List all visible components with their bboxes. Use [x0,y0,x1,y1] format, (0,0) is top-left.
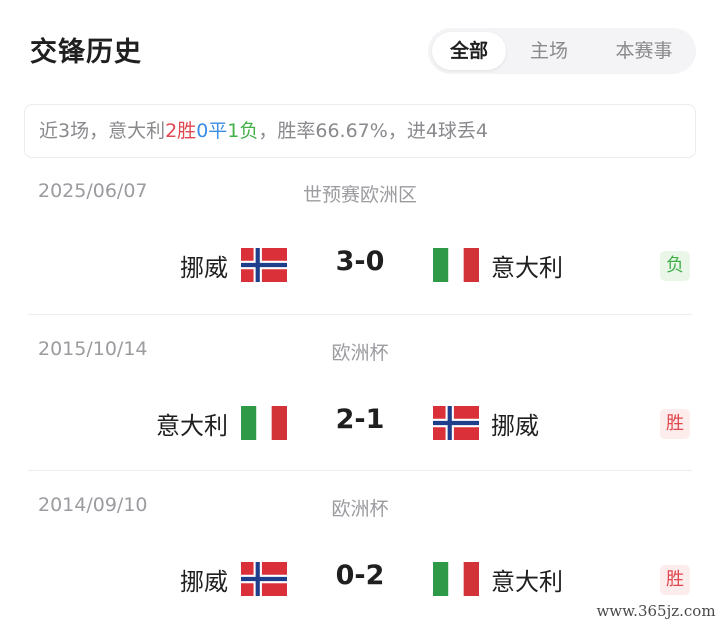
tab-home[interactable]: 主场 [512,32,586,70]
match-competition: 欧洲杯 [331,342,389,364]
match-score: 0-2 [335,560,385,591]
record-summary: 近3场，意大利2胜0平1负，胜率66.67%，进4球丢4 [24,104,696,158]
away-team: 意大利 [491,254,563,282]
summary-suffix: ，胜率66.67%，进4球丢4 [258,120,488,142]
italy-flag-icon [241,406,287,440]
match-row[interactable]: 2025/06/07 世预赛欧洲区 挪威 3-0 意大利 负 [0,168,720,318]
italy-flag-icon [433,248,479,282]
match-competition: 欧洲杯 [331,498,389,520]
result-badge: 胜 [660,409,690,439]
match-date: 2014/09/10 [38,494,148,516]
summary-wins: 2胜 [165,120,197,142]
page-title: 交锋历史 [30,37,142,68]
away-team: 意大利 [491,568,563,596]
match-competition: 世预赛欧洲区 [302,184,417,206]
away-team: 挪威 [491,412,539,440]
norway-flag-icon [241,248,287,282]
result-badge: 胜 [660,565,690,595]
site-watermark: www.365jz.com [592,597,720,625]
match-date: 2025/06/07 [38,180,148,202]
result-badge: 负 [660,251,690,281]
match-score: 2-1 [335,404,385,435]
match-row[interactable]: 2015/10/14 欧洲杯 意大利 2-1 挪威 胜 [0,326,720,476]
tab-all[interactable]: 全部 [432,32,506,70]
home-team: 意大利 [156,412,228,440]
divider [28,470,692,471]
match-score: 3-0 [335,246,385,277]
norway-flag-icon [241,562,287,596]
home-team: 挪威 [180,568,228,596]
match-date: 2015/10/14 [38,338,148,360]
italy-flag-icon [433,562,479,596]
divider [28,314,692,315]
summary-losses: 1负 [227,120,259,142]
tab-this-competition[interactable]: 本赛事 [596,32,692,70]
filter-tabs: 全部 主场 本赛事 [428,28,696,74]
summary-draws: 0平 [196,120,228,142]
summary-prefix: 近3场，意大利 [39,120,166,142]
home-team: 挪威 [180,254,228,282]
norway-flag-icon [433,406,479,440]
